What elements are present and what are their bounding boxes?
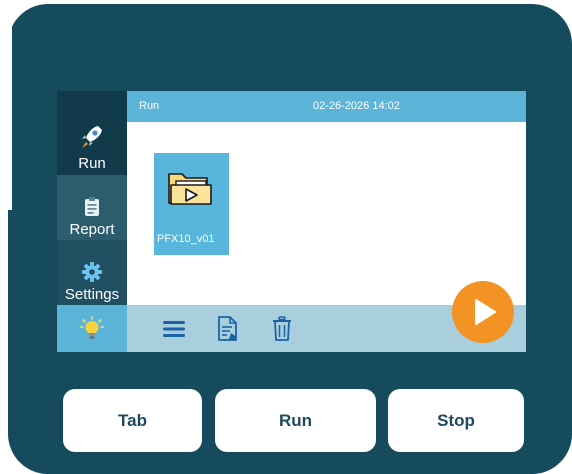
sidebar-item-tips[interactable]	[57, 305, 127, 352]
play-button[interactable]	[452, 281, 514, 343]
datetime-display: 02-26-2026 14:02	[313, 100, 400, 112]
display-screen: Run Report Settings Run 02-26-2026 14:02…	[57, 91, 526, 352]
page-title: Run	[139, 100, 160, 112]
trash-icon[interactable]	[272, 316, 292, 341]
play-icon	[475, 299, 496, 325]
frame-notch	[0, 0, 12, 210]
document-edit-icon[interactable]	[217, 316, 239, 342]
stop-button[interactable]: Stop	[388, 389, 524, 452]
tab-button[interactable]: Tab	[63, 389, 202, 452]
rocket-icon	[82, 126, 102, 148]
sidebar-item-report[interactable]: Report	[57, 175, 127, 240]
video-folder-icon	[168, 173, 212, 205]
sidebar-item-label: Settings	[64, 286, 120, 303]
gear-icon	[82, 262, 102, 282]
sidebar: Run Report Settings	[57, 91, 127, 352]
file-browser: PFX10_v01	[127, 122, 526, 305]
header-bar: Run 02-26-2026 14:02	[127, 91, 526, 122]
sidebar-item-label: Run	[78, 155, 106, 172]
sidebar-item-run[interactable]: Run	[57, 91, 127, 175]
run-button[interactable]: Run	[215, 389, 376, 452]
clipboard-icon	[85, 197, 99, 216]
sidebar-item-settings[interactable]: Settings	[57, 240, 127, 305]
sidebar-item-label: Report	[69, 221, 115, 238]
file-tile[interactable]: PFX10_v01	[154, 153, 229, 255]
file-name: PFX10_v01	[157, 233, 215, 245]
lightbulb-icon	[80, 315, 104, 339]
menu-icon[interactable]	[163, 321, 185, 337]
